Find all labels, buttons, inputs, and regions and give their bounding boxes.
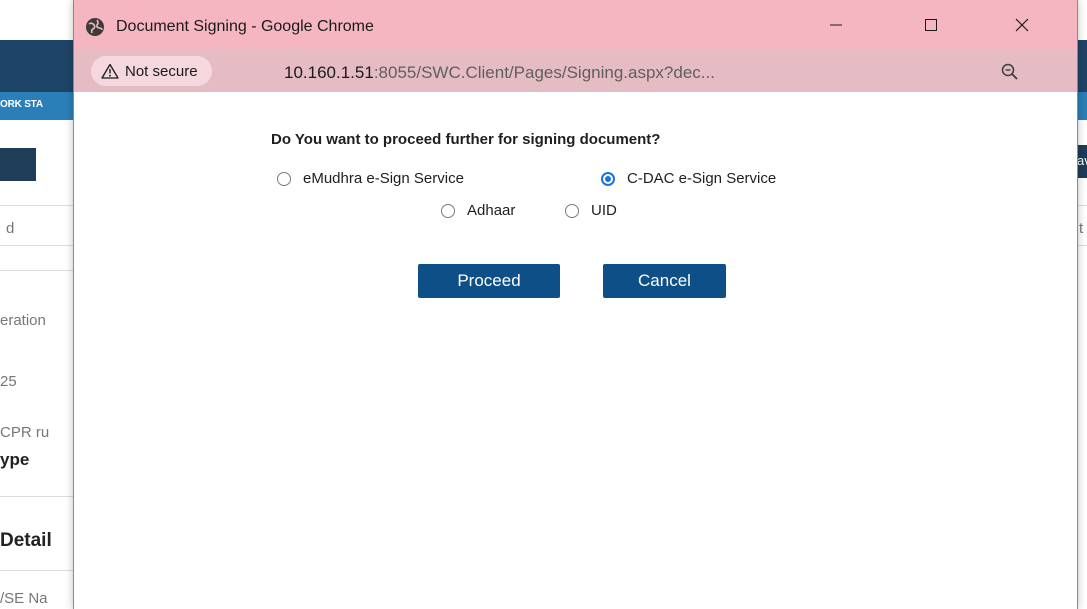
window-titlebar[interactable]: Document Signing - Google Chrome [74, 0, 1077, 50]
background-nav-text: ORK STA [0, 99, 43, 110]
security-indicator[interactable]: Not secure [91, 56, 212, 86]
background-section-title: Detail [0, 530, 52, 551]
background-label: /SE Na [0, 590, 48, 607]
minimize-icon [830, 24, 842, 26]
url-text[interactable]: 10.160.1.51:8055/SWC.Client/Pages/Signin… [284, 63, 715, 83]
background-label: t [1079, 220, 1084, 237]
address-bar[interactable]: Not secure 10.160.1.51:8055/SWC.Client/P… [74, 50, 1077, 92]
background-label: CPR ru [0, 424, 50, 441]
background-label: ype [0, 450, 30, 469]
zoom-out-icon[interactable] [1000, 62, 1020, 82]
adhaar-radio[interactable] [441, 203, 455, 218]
globe-icon [86, 18, 104, 36]
signing-popup-window: Document Signing - Google Chrome Not sec… [73, 0, 1078, 609]
adhaar-option[interactable]: Adhaar [441, 202, 515, 219]
close-icon [1015, 18, 1029, 32]
uid-radio[interactable] [565, 203, 579, 218]
warning-icon [101, 63, 119, 79]
url-host: 10.160.1.51 [284, 63, 374, 82]
background-label: eration [0, 312, 46, 329]
cancel-button[interactable]: Cancel [603, 264, 726, 298]
proceed-button[interactable]: Proceed [418, 264, 560, 298]
uid-option[interactable]: UID [565, 202, 617, 219]
cdac-label: C-DAC e-Sign Service [627, 170, 777, 187]
background-label: d [6, 220, 15, 237]
background-label: 25 [0, 373, 17, 390]
close-button[interactable] [1002, 8, 1042, 42]
maximize-icon [925, 19, 937, 31]
cdac-radio[interactable] [601, 171, 615, 186]
emudhra-radio[interactable] [277, 171, 291, 186]
background-button-left [0, 148, 36, 181]
maximize-button[interactable] [911, 8, 951, 42]
signing-question: Do You want to proceed further for signi… [271, 131, 661, 148]
emudhra-label: eMudhra e-Sign Service [303, 170, 464, 187]
security-label: Not secure [125, 62, 198, 80]
uid-label: UID [591, 202, 617, 219]
url-path: :8055/SWC.Client/Pages/Signing.aspx?dec.… [373, 63, 715, 82]
adhaar-label: Adhaar [467, 202, 516, 219]
minimize-button[interactable] [816, 8, 856, 42]
cdac-option[interactable]: C-DAC e-Sign Service [601, 170, 776, 187]
background-right-text: av [1077, 153, 1087, 168]
emudhra-option[interactable]: eMudhra e-Sign Service [277, 170, 464, 187]
window-title: Document Signing - Google Chrome [116, 18, 374, 35]
